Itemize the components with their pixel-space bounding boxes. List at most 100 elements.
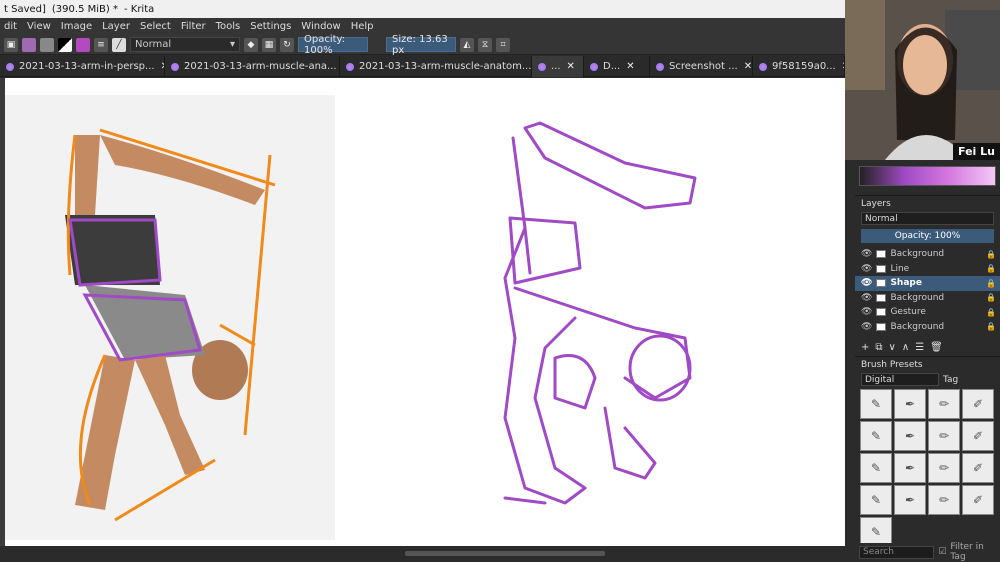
layer-properties-icon[interactable]: ☰ xyxy=(915,342,924,353)
brush-search-input[interactable]: Search xyxy=(859,545,935,559)
menu-filter[interactable]: Filter xyxy=(181,21,206,32)
brush-preset-icon[interactable]: ✐ xyxy=(962,485,994,515)
eye-icon[interactable]: 👁 xyxy=(861,278,872,288)
layer-blend-select[interactable]: Normal xyxy=(861,212,994,225)
menu-tools[interactable]: Tools xyxy=(216,21,241,32)
brush-preset-icon[interactable]: ✎ xyxy=(860,453,892,483)
delete-layer-icon[interactable]: 🗑 xyxy=(930,342,943,353)
scrollbar-thumb[interactable] xyxy=(405,551,605,556)
add-layer-icon[interactable]: + xyxy=(861,342,869,353)
lock-icon[interactable]: 🔒 xyxy=(986,293,996,302)
lock-icon[interactable]: 🔒 xyxy=(986,308,996,317)
pattern-icon[interactable] xyxy=(40,37,54,52)
eye-icon[interactable]: 👁 xyxy=(861,293,872,303)
dock-splitter[interactable] xyxy=(845,160,855,561)
menu-layer[interactable]: Layer xyxy=(102,21,130,32)
layer-thumbnail xyxy=(876,264,887,273)
gradient-icon[interactable] xyxy=(22,37,36,52)
reload-icon[interactable]: ↻ xyxy=(280,37,294,52)
lock-icon[interactable]: 🔒 xyxy=(986,250,996,259)
close-icon[interactable]: ✕ xyxy=(626,61,634,72)
eye-icon[interactable]: 👁 xyxy=(861,322,872,332)
mirror-vertical-icon[interactable]: ⧖ xyxy=(478,37,492,52)
color-gradient-strip[interactable] xyxy=(859,166,996,186)
brush-preset-icon[interactable]: ✐ xyxy=(962,389,994,419)
tab-doc-1[interactable]: 2021-03-13-arm-in-persp...✕ xyxy=(0,56,165,77)
eye-icon[interactable]: 👁 xyxy=(861,307,872,317)
menu-help[interactable]: Help xyxy=(351,21,374,32)
tab-label: ... xyxy=(551,61,561,72)
brush-settings-icon[interactable]: ≡ xyxy=(94,37,108,52)
layer-row-selected[interactable]: 👁 Shape 🔒 xyxy=(855,276,1000,291)
layer-row[interactable]: 👁 Background 🔒 xyxy=(855,320,1000,335)
size-slider[interactable]: Size: 13.63 px xyxy=(386,34,456,56)
layer-row[interactable]: 👁 Background 🔒 xyxy=(855,291,1000,306)
menu-image[interactable]: Image xyxy=(61,21,92,32)
lock-icon[interactable]: 🔒 xyxy=(986,264,996,273)
layer-row[interactable]: 👁 Line 🔒 xyxy=(855,262,1000,277)
tab-doc-2[interactable]: 2021-03-13-arm-muscle-ana...✕ xyxy=(165,56,340,77)
crop-icon[interactable]: ⌗ xyxy=(496,37,510,52)
brush-preview-icon[interactable] xyxy=(76,37,90,52)
brush-preset-icon[interactable]: ✎ xyxy=(860,421,892,451)
brush-category-select[interactable]: Digital xyxy=(861,373,939,386)
brush-preset-icon[interactable]: ✏ xyxy=(928,389,960,419)
document-tabs: 2021-03-13-arm-in-persp...✕ 2021-03-13-a… xyxy=(0,56,845,77)
size-label: Size: 13.63 px xyxy=(392,33,448,56)
drawing-canvas[interactable] xyxy=(5,78,845,546)
title-status: t Saved] xyxy=(4,3,46,15)
layer-opacity-slider[interactable]: Opacity: 100% xyxy=(861,229,994,243)
tab-doc-5[interactable]: D... ✕ xyxy=(584,56,650,77)
alpha-lock-icon[interactable]: ▦ xyxy=(262,37,276,52)
brush-preset-icon[interactable]: ✏ xyxy=(928,485,960,515)
brush-preset-icon[interactable]: ✎ xyxy=(860,485,892,515)
blend-mode-select[interactable]: Normal ▾ xyxy=(130,37,240,52)
lock-icon[interactable]: 🔒 xyxy=(986,322,996,331)
tab-doc-6[interactable]: Screenshot ... ✕ xyxy=(650,56,753,77)
brush-preset-icon[interactable]: ✒ xyxy=(894,453,926,483)
tab-doc-3[interactable]: 2021-03-13-arm-muscle-anatom...✕ xyxy=(340,56,532,77)
brush-preset-icon[interactable]: ✎ xyxy=(860,389,892,419)
layer-thumbnail xyxy=(876,279,887,288)
layer-row[interactable]: 👁 Background 🔒 xyxy=(855,247,1000,262)
layer-opacity-label: Opacity: 100% xyxy=(894,231,961,241)
mirror-horizontal-icon[interactable]: ◭ xyxy=(460,37,474,52)
filter-in-tag-label: Filter in Tag xyxy=(950,542,984,562)
horizontal-scrollbar[interactable] xyxy=(0,546,845,561)
eraser-icon[interactable]: ◆ xyxy=(244,37,258,52)
canvas-area[interactable] xyxy=(0,78,845,546)
menu-select[interactable]: Select xyxy=(140,21,171,32)
close-icon[interactable]: ✕ xyxy=(744,61,752,72)
layer-row[interactable]: 👁 Gesture 🔒 xyxy=(855,305,1000,320)
color-selector[interactable] xyxy=(855,160,1000,195)
move-down-icon[interactable]: ∨ xyxy=(889,342,896,353)
tab-doc-7[interactable]: 9f58159a0...✕ xyxy=(753,56,845,77)
menu-edit[interactable]: dit xyxy=(4,21,17,32)
brush-preset-icon[interactable]: ╱ xyxy=(112,37,126,52)
brush-tag-button[interactable]: Tag xyxy=(943,375,958,385)
tab-label: 2021-03-13-arm-muscle-ana... xyxy=(184,61,337,72)
brush-preset-icon[interactable]: ✐ xyxy=(962,421,994,451)
menu-view[interactable]: View xyxy=(27,21,51,32)
menu-settings[interactable]: Settings xyxy=(250,21,291,32)
eye-icon[interactable]: 👁 xyxy=(861,249,872,259)
brush-preset-icon[interactable]: ✒ xyxy=(894,485,926,515)
brush-preset-icon[interactable]: ✏ xyxy=(928,453,960,483)
color-swap-icon[interactable] xyxy=(58,37,72,52)
move-up-icon[interactable]: ∧ xyxy=(902,342,909,353)
save-icon[interactable]: ▣ xyxy=(4,37,18,52)
brush-preset-icon[interactable]: ✏ xyxy=(928,421,960,451)
opacity-slider[interactable]: Opacity: 100% xyxy=(298,34,368,56)
brush-preset-icon[interactable]: ✒ xyxy=(894,421,926,451)
filter-checkbox[interactable]: ☑ xyxy=(938,547,946,557)
brush-preset-icon[interactable]: ✐ xyxy=(962,453,994,483)
eye-icon[interactable]: 👁 xyxy=(861,264,872,274)
close-icon[interactable]: ✕ xyxy=(567,61,575,72)
brush-preset-icon[interactable]: ✒ xyxy=(894,389,926,419)
brush-category-value: Digital xyxy=(865,374,895,385)
tab-label: 2021-03-13-arm-muscle-anatom... xyxy=(359,61,532,72)
tab-doc-4[interactable]: ... ✕ xyxy=(532,56,584,77)
duplicate-layer-icon[interactable]: ⧉ xyxy=(875,342,882,353)
menu-window[interactable]: Window xyxy=(301,21,340,32)
lock-icon[interactable]: 🔒 xyxy=(986,279,996,288)
